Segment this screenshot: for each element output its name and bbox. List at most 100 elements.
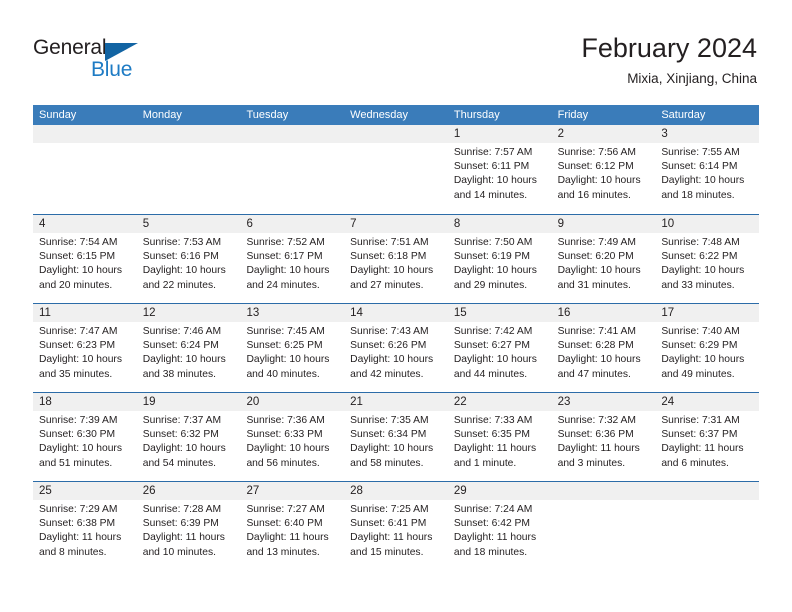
calendar-day-cell[interactable]: 7 Sunrise: 7:51 AM Sunset: 6:18 PM Daylight… (344, 215, 448, 303)
day-sun-info: Sunrise: 7:57 AM Sunset: 6:11 PM Daylight:… (448, 143, 552, 203)
calendar-day-cell[interactable]: 14 Sunrise: 7:43 AM Sunset: 6:26 PM Dayligh… (344, 304, 448, 392)
day-sunset-text: Sunset: 6:30 PM (39, 429, 116, 441)
day-daylight-line2-text: and 38 minutes. (142, 368, 216, 380)
day-sunset-text: Sunset: 6:32 PM (142, 429, 219, 441)
day-sunset-text: Sunset: 6:39 PM (142, 518, 219, 530)
day-sunrise-text: Sunrise: 7:29 AM (39, 504, 118, 515)
day-sunrise-text: Sunrise: 7:46 AM (142, 326, 222, 337)
calendar-week-row: 18 Sunrise: 7:39 AM Sunset: 6:30 PM Dayligh… (33, 392, 760, 481)
day-number (551, 482, 656, 500)
calendar-week-row: 1 Sunrise: 7:57 AM Sunset: 6:11 PM Daylight… (33, 125, 760, 214)
weekday-header-saturday: Saturday (661, 109, 706, 121)
day-daylight-line2-text: and 51 minutes. (39, 457, 113, 469)
day-number: 19 (136, 393, 241, 411)
calendar-day-cell[interactable]: 1 Sunrise: 7:57 AM Sunset: 6:11 PM Daylight… (447, 125, 552, 214)
calendar-day-cell[interactable]: 22 Sunrise: 7:33 AM Sunset: 6:35 PM Dayligh… (447, 393, 552, 481)
day-sunset-text: Sunset: 6:26 PM (350, 340, 427, 352)
day-number: 13 (240, 304, 345, 322)
day-sunrise-text: Sunrise: 7:45 AM (246, 326, 325, 337)
day-number: 10 (655, 215, 760, 233)
weekday-header-thursday: Thursday (453, 109, 500, 121)
calendar-day-cell[interactable]: 24 Sunrise: 7:31 AM Sunset: 6:37 PM Dayligh… (655, 393, 760, 481)
day-sunrise-text: Sunrise: 7:47 AM (39, 326, 118, 337)
day-daylight-line2-text: and 18 minutes. (453, 546, 528, 558)
day-sunset-text: Sunset: 6:37 PM (661, 429, 738, 441)
day-sunrise-text: Sunrise: 7:36 AM (246, 415, 325, 426)
calendar-day-cell[interactable]: 11 Sunrise: 7:47 AM Sunset: 6:23 PM Dayligh… (33, 304, 137, 392)
calendar-day-cell[interactable]: 12 Sunrise: 7:46 AM Sunset: 6:24 PM Dayligh… (136, 304, 241, 392)
day-daylight-line2-text: and 56 minutes. (246, 457, 320, 469)
day-sunrise-text: Sunrise: 7:33 AM (453, 415, 533, 426)
day-daylight-line2-text: and 47 minutes. (557, 368, 631, 380)
calendar-day-cell[interactable]: 9 Sunrise: 7:49 AM Sunset: 6:20 PM Daylight… (551, 215, 656, 303)
calendar-day-cell[interactable]: 26 Sunrise: 7:28 AM Sunset: 6:39 PM Dayligh… (136, 482, 241, 570)
calendar-day-cell-empty (551, 482, 656, 570)
calendar-day-cell[interactable]: 19 Sunrise: 7:37 AM Sunset: 6:32 PM Dayligh… (136, 393, 241, 481)
day-sun-info: Sunrise: 7:29 AM Sunset: 6:38 PM Daylight:… (33, 500, 137, 560)
day-sunset-text: Sunset: 6:25 PM (246, 340, 323, 352)
day-daylight-line1-text: Daylight: 11 hours (350, 532, 433, 544)
day-sunset-text: Sunset: 6:29 PM (661, 340, 738, 352)
day-sunrise-text: Sunrise: 7:43 AM (350, 326, 429, 337)
calendar-day-cell[interactable]: 5 Sunrise: 7:53 AM Sunset: 6:16 PM Daylight… (136, 215, 241, 303)
day-daylight-line2-text: and 58 minutes. (350, 457, 424, 469)
day-number: 20 (240, 393, 345, 411)
calendar-week-row: 4 Sunrise: 7:54 AM Sunset: 6:15 PM Daylight… (33, 214, 760, 303)
calendar-day-cell[interactable]: 18 Sunrise: 7:39 AM Sunset: 6:30 PM Dayligh… (33, 393, 137, 481)
calendar-day-cell[interactable]: 2 Sunrise: 7:56 AM Sunset: 6:12 PM Daylight… (551, 125, 656, 214)
calendar-day-cell[interactable]: 29 Sunrise: 7:24 AM Sunset: 6:42 PM Dayligh… (447, 482, 552, 570)
day-sunrise-text: Sunrise: 7:57 AM (453, 147, 533, 158)
day-sun-info: Sunrise: 7:49 AM Sunset: 6:20 PM Daylight:… (552, 233, 656, 293)
day-number (136, 125, 241, 143)
day-daylight-line1-text: Daylight: 11 hours (142, 532, 225, 544)
day-sunset-text: Sunset: 6:17 PM (246, 251, 323, 263)
day-sun-info: Sunrise: 7:55 AM Sunset: 6:14 PM Daylight:… (655, 143, 759, 203)
weekday-header-sunday: Sunday (39, 109, 77, 121)
calendar-day-cell[interactable]: 10 Sunrise: 7:48 AM Sunset: 6:22 PM Dayligh… (655, 215, 760, 303)
day-sun-info: Sunrise: 7:43 AM Sunset: 6:26 PM Daylight:… (344, 322, 448, 382)
calendar-day-cell[interactable]: 3 Sunrise: 7:55 AM Sunset: 6:14 PM Daylight… (655, 125, 760, 214)
calendar-day-cell[interactable]: 23 Sunrise: 7:32 AM Sunset: 6:36 PM Dayligh… (551, 393, 656, 481)
calendar-day-cell[interactable]: 6 Sunrise: 7:52 AM Sunset: 6:17 PM Daylight… (240, 215, 345, 303)
day-sunrise-text: Sunrise: 7:27 AM (246, 504, 325, 515)
generalblue-logo: General Blue (33, 36, 163, 82)
day-sunrise-text: Sunrise: 7:48 AM (661, 237, 740, 248)
day-sunset-text: Sunset: 6:19 PM (453, 251, 531, 263)
day-sun-info: Sunrise: 7:48 AM Sunset: 6:22 PM Daylight:… (655, 233, 759, 293)
calendar-day-cell[interactable]: 13 Sunrise: 7:45 AM Sunset: 6:25 PM Dayligh… (240, 304, 345, 392)
day-daylight-line1-text: Daylight: 10 hours (453, 175, 537, 187)
day-daylight-line1-text: Daylight: 10 hours (453, 265, 537, 277)
calendar-day-cell[interactable]: 21 Sunrise: 7:35 AM Sunset: 6:34 PM Dayligh… (344, 393, 448, 481)
day-number: 12 (136, 304, 241, 322)
calendar-day-cell[interactable]: 4 Sunrise: 7:54 AM Sunset: 6:15 PM Daylight… (33, 215, 137, 303)
day-sunset-text: Sunset: 6:18 PM (350, 251, 427, 263)
day-daylight-line1-text: Daylight: 11 hours (246, 532, 329, 544)
calendar-day-cell[interactable]: 20 Sunrise: 7:36 AM Sunset: 6:33 PM Dayligh… (240, 393, 345, 481)
day-number: 8 (447, 215, 552, 233)
day-sunrise-text: Sunrise: 7:54 AM (39, 237, 118, 248)
calendar-day-cell[interactable]: 28 Sunrise: 7:25 AM Sunset: 6:41 PM Dayligh… (344, 482, 448, 570)
day-daylight-line1-text: Daylight: 10 hours (557, 175, 641, 187)
day-daylight-line2-text: and 14 minutes. (453, 189, 528, 201)
day-daylight-line1-text: Daylight: 10 hours (453, 354, 537, 366)
calendar-day-cell-empty (344, 125, 448, 214)
day-number: 5 (136, 215, 241, 233)
calendar-day-cell[interactable]: 16 Sunrise: 7:41 AM Sunset: 6:28 PM Dayligh… (551, 304, 656, 392)
day-sunset-text: Sunset: 6:38 PM (39, 518, 116, 530)
calendar-week-row: 11 Sunrise: 7:47 AM Sunset: 6:23 PM Dayligh… (33, 303, 760, 392)
calendar-day-cell[interactable]: 15 Sunrise: 7:42 AM Sunset: 6:27 PM Dayligh… (447, 304, 552, 392)
calendar-day-cell[interactable]: 25 Sunrise: 7:29 AM Sunset: 6:38 PM Dayligh… (33, 482, 137, 570)
day-sun-info: Sunrise: 7:27 AM Sunset: 6:40 PM Daylight:… (240, 500, 344, 560)
calendar-day-cell[interactable]: 27 Sunrise: 7:27 AM Sunset: 6:40 PM Dayligh… (240, 482, 345, 570)
day-daylight-line2-text: and 42 minutes. (350, 368, 424, 380)
day-daylight-line2-text: and 54 minutes. (142, 457, 216, 469)
day-sunset-text: Sunset: 6:11 PM (453, 161, 530, 173)
day-sunrise-text: Sunrise: 7:56 AM (557, 147, 637, 158)
day-daylight-line1-text: Daylight: 10 hours (350, 265, 434, 277)
calendar-day-cell[interactable]: 17 Sunrise: 7:40 AM Sunset: 6:29 PM Dayligh… (655, 304, 760, 392)
day-sunset-text: Sunset: 6:24 PM (142, 340, 219, 352)
day-sunset-text: Sunset: 6:33 PM (246, 429, 323, 441)
calendar-day-cell[interactable]: 8 Sunrise: 7:50 AM Sunset: 6:19 PM Daylight… (447, 215, 552, 303)
day-number: 11 (33, 304, 137, 322)
day-daylight-line2-text: and 18 minutes. (661, 189, 735, 201)
